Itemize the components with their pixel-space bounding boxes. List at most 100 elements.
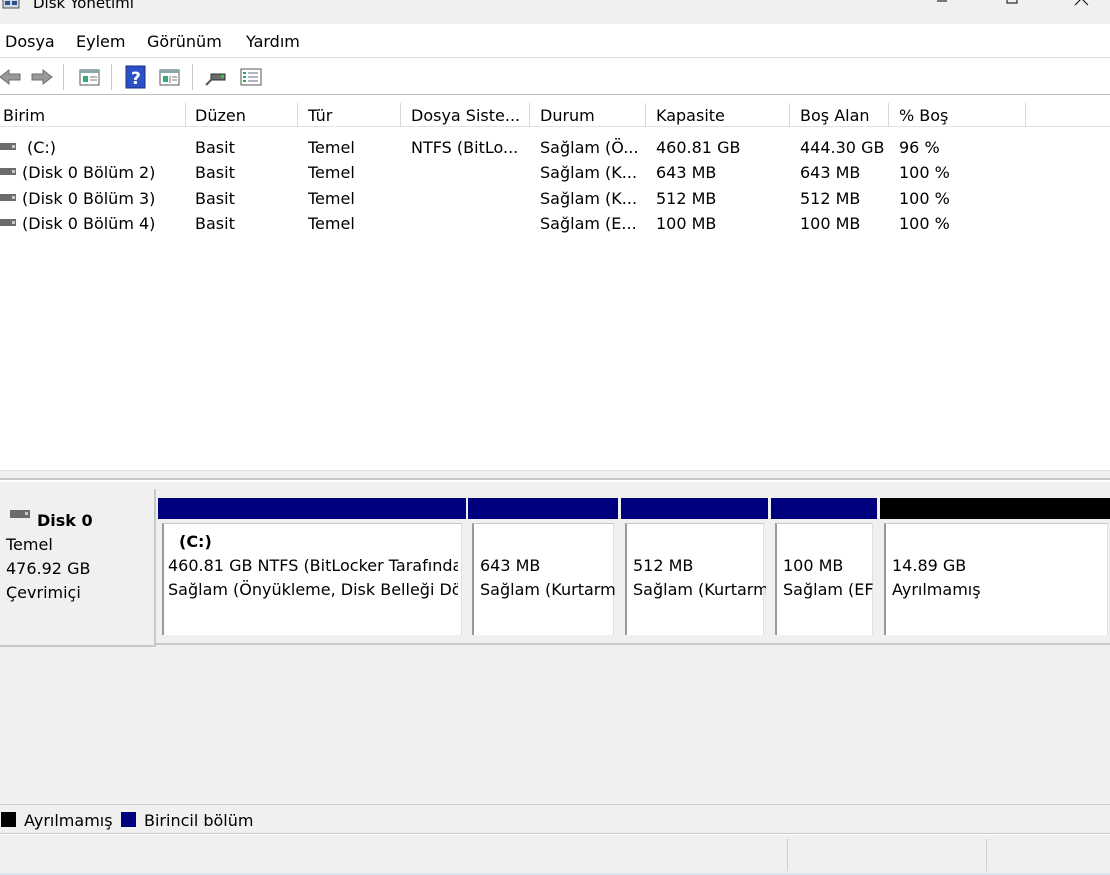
menu-eylem[interactable]: Eylem [76,32,125,51]
partition-c[interactable]: (C:) 460.81 GB NTFS (BitLocker Tarafında… [158,498,466,638]
partition-body: 14.89 GB Ayrılmamış [884,523,1108,635]
toolbar: ? [0,59,1110,95]
partition-name: (C:) [179,532,212,551]
unallocated-space[interactable]: 14.89 GB Ayrılmamış [880,498,1110,638]
status-separator [787,839,788,871]
column-header-yuzde-bos[interactable]: % Boş [896,103,1026,127]
disk-management-icon [2,0,20,9]
back-arrow-icon [0,68,21,86]
partition-status: Sağlam (Kurtarma [633,580,766,599]
cell-kapasite: 460.81 GB [656,138,741,157]
cell-birim: (Disk 0 Bölüm 3) [22,189,156,208]
partition-size: 14.89 GB [892,556,967,575]
disk-status: Çevrimiçi [6,583,81,602]
back-button[interactable] [0,65,22,89]
column-header-kapasite[interactable]: Kapasite [653,103,790,127]
cell-yuzde-bos: 100 % [899,189,950,208]
drive-icon [0,194,16,201]
partition-body: 643 MB Sağlam (Kurtarma [472,523,616,635]
show-hide-console-tree-icon [79,69,100,86]
disk-type: Temel [6,535,53,554]
close-button[interactable] [1062,0,1102,16]
disk-name: Disk 0 [37,511,93,530]
column-header-birim[interactable]: Birim [0,103,186,127]
partition-size: 460.81 GB NTFS (BitLocker Tarafında [168,556,458,575]
column-header-bos-alan[interactable]: Boş Alan [797,103,889,127]
menu-gorunum[interactable]: Görünüm [147,32,222,51]
partition-bar [158,498,466,519]
console-tree-button[interactable] [78,65,102,89]
drive-icon [0,168,16,175]
toolbar-separator [111,64,112,90]
table-row[interactable]: (Disk 0 Bölüm 2) Basit Temel Sağlam (K..… [0,161,1110,186]
partition-status: Sağlam (Önyükleme, Disk Belleği Dö [168,580,458,599]
cell-kapasite: 100 MB [656,214,717,233]
cell-bos-alan: 444.30 GB [800,138,885,157]
cell-dosya-sistemi [411,212,531,237]
cell-durum: Sağlam (K... [540,163,638,182]
maximize-icon [1006,0,1018,4]
partition-disk0-2[interactable]: 643 MB Sağlam (Kurtarma [468,498,618,638]
table-row[interactable]: (C:) Basit Temel NTFS (BitLo... Sağlam (… [0,136,1110,161]
window-title: Disk Yönetimi [33,0,134,12]
table-row[interactable]: (Disk 0 Bölüm 3) Basit Temel Sağlam (K..… [0,187,1110,212]
cell-bos-alan: 100 MB [800,214,861,233]
connect-icon [205,73,226,86]
partition-disk0-3[interactable]: 512 MB Sağlam (Kurtarma [621,498,768,638]
cell-tur: Temel [308,214,355,233]
cell-duzen: Basit [195,163,235,182]
column-header-duzen[interactable]: Düzen [192,103,298,127]
cell-dosya-sistemi [411,161,531,186]
help-button[interactable]: ? [124,65,148,89]
partition-size: 100 MB [783,556,844,575]
cell-yuzde-bos: 96 % [899,138,940,157]
menu-bar: Dosya Eylem Görünüm Yardım [0,24,1110,58]
partition-bar [771,498,877,519]
partition-size: 512 MB [633,556,694,575]
partition-size: 643 MB [480,556,541,575]
cell-birim: (Disk 0 Bölüm 4) [22,214,156,233]
column-header-dosya-sistemi[interactable]: Dosya Siste... [408,103,530,127]
partition-disk0-4[interactable]: 100 MB Sağlam (EFI [771,498,877,638]
disk-label-panel[interactable]: Disk 0 Temel 476.92 GB Çevrimiçi [0,489,156,647]
forward-button[interactable] [30,65,54,89]
cell-dosya-sistemi [411,187,531,212]
close-icon [1074,0,1089,6]
maximize-button[interactable] [992,0,1032,16]
toolbar-separator [63,64,64,90]
help-icon: ? [125,65,146,89]
properties-button[interactable] [239,65,263,89]
connect-button[interactable] [204,65,228,89]
legend-swatch-primary [121,812,136,827]
cell-durum: Sağlam (K... [540,189,638,208]
cell-durum: Sağlam (E... [540,214,637,233]
list-header: Birim Düzen Tür Dosya Siste... Durum Kap… [0,103,1110,127]
pane-splitter[interactable] [0,470,1110,480]
column-header-tur[interactable]: Tür [305,103,401,127]
minimize-button[interactable] [922,0,962,16]
cell-duzen: Basit [195,189,235,208]
partition-body: 100 MB Sağlam (EFI [775,523,875,635]
properties-icon [240,68,262,86]
cell-kapasite: 512 MB [656,189,717,208]
legend-primary: Birincil bölüm [144,811,254,830]
cell-bos-alan: 643 MB [800,163,861,182]
menu-dosya[interactable]: Dosya [5,32,55,51]
partition-body: (C:) 460.81 GB NTFS (BitLocker Tarafında… [162,523,462,635]
table-row[interactable]: (Disk 0 Bölüm 4) Basit Temel Sağlam (E..… [0,212,1110,237]
menu-yardim[interactable]: Yardım [246,32,300,51]
action-pane-button[interactable] [158,65,182,89]
volume-list: Birim Düzen Tür Dosya Siste... Durum Kap… [0,96,1110,470]
minimize-icon [937,0,947,2]
partition-body: 512 MB Sağlam (Kurtarma [625,523,766,635]
cell-yuzde-bos: 100 % [899,214,950,233]
action-pane-icon [159,69,180,86]
legend-unallocated: Ayrılmamış [24,811,113,830]
disk-size: 476.92 GB [6,559,91,578]
unallocated-bar [880,498,1110,519]
partition-status: Sağlam (EFI [783,580,875,599]
status-bar [0,835,1110,875]
column-header-durum[interactable]: Durum [537,103,646,127]
cell-birim: (C:) [27,138,57,157]
status-separator [986,839,987,871]
